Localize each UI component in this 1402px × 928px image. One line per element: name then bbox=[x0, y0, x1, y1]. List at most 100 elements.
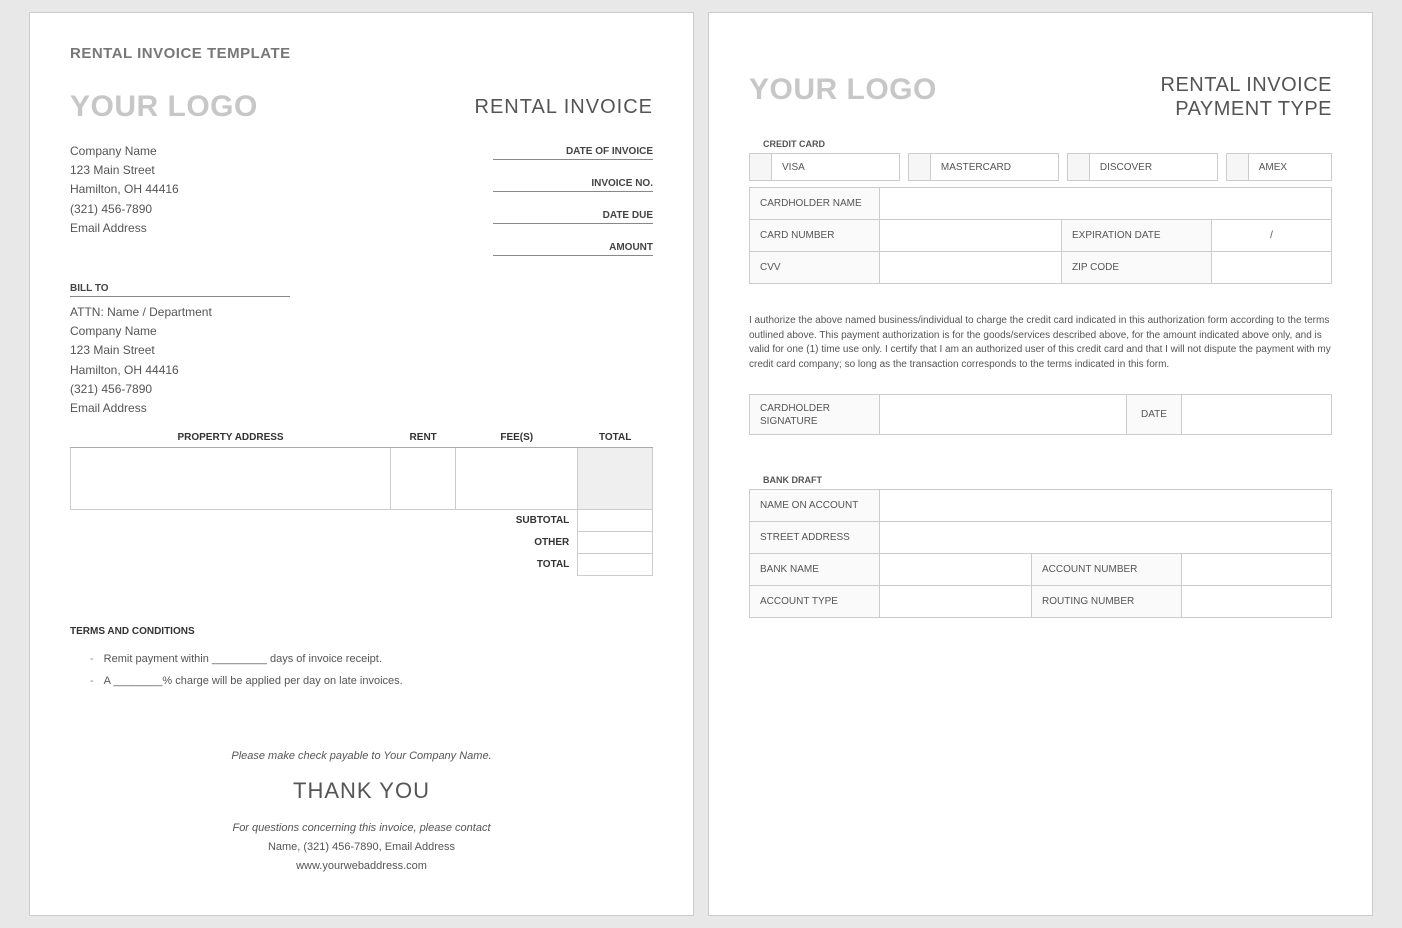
terms-title: TERMS AND CONDITIONS bbox=[70, 626, 653, 637]
company-phone: (321) 456-7890 bbox=[70, 200, 179, 219]
cc-mastercard[interactable]: MASTERCARD bbox=[908, 153, 1059, 181]
authorization-text: I authorize the above named business/ind… bbox=[749, 314, 1332, 372]
street-address-label: STREET ADDRESS bbox=[750, 522, 880, 554]
date-due-field[interactable]: DATE DUE bbox=[493, 206, 653, 224]
bill-to-info: ATTN: Name / Department Company Name 123… bbox=[70, 303, 653, 418]
thank-you: THANK YOU bbox=[70, 772, 653, 809]
cc-form: CARDHOLDER NAME CARD NUMBER EXPIRATION D… bbox=[749, 187, 1332, 284]
bank-draft-label: BANK DRAFT bbox=[763, 475, 1332, 485]
bill-to-phone: (321) 456-7890 bbox=[70, 380, 653, 399]
credit-card-label: CREDIT CARD bbox=[763, 139, 1332, 149]
company-email: Email Address bbox=[70, 219, 179, 238]
payment-title-2: PAYMENT TYPE bbox=[1175, 98, 1332, 120]
cc-mc-label: MASTERCARD bbox=[931, 162, 1058, 173]
company-info: Company Name 123 Main Street Hamilton, O… bbox=[70, 142, 179, 270]
routing-number-input[interactable] bbox=[1182, 586, 1332, 618]
table-row[interactable] bbox=[71, 448, 653, 510]
col-rent: RENT bbox=[391, 428, 456, 448]
footer: Please make check payable to Your Compan… bbox=[70, 747, 653, 875]
bank-draft-section: BANK DRAFT NAME ON ACCOUNT STREET ADDRES… bbox=[749, 475, 1332, 618]
logo-placeholder-2: YOUR LOGO bbox=[749, 73, 937, 107]
logo-placeholder: YOUR LOGO bbox=[70, 90, 258, 124]
account-type-input[interactable] bbox=[880, 586, 1032, 618]
bill-to-section: BILL TO ATTN: Name / Department Company … bbox=[70, 278, 653, 418]
subtotal-row: SUBTOTAL bbox=[71, 510, 653, 532]
cardnumber-label: CARD NUMBER bbox=[750, 220, 880, 252]
terms-line-1: Remit payment within _________ days of i… bbox=[90, 653, 653, 665]
web-text: www.yourwebaddress.com bbox=[70, 857, 653, 876]
cc-mc-checkbox[interactable] bbox=[909, 154, 931, 180]
bill-to-email: Email Address bbox=[70, 399, 653, 418]
sig-date-label: DATE bbox=[1127, 395, 1182, 435]
bill-to-street: 123 Main Street bbox=[70, 341, 653, 360]
cc-amex-checkbox[interactable] bbox=[1227, 154, 1249, 180]
cc-discover-checkbox[interactable] bbox=[1068, 154, 1090, 180]
bill-to-attn: ATTN: Name / Department bbox=[70, 303, 653, 322]
company-city: Hamilton, OH 44416 bbox=[70, 180, 179, 199]
name-on-account-input[interactable] bbox=[880, 490, 1332, 522]
sig-input[interactable] bbox=[880, 395, 1127, 435]
cc-discover[interactable]: DISCOVER bbox=[1067, 153, 1218, 181]
cc-discover-label: DISCOVER bbox=[1090, 162, 1217, 173]
exp-label: EXPIRATION DATE bbox=[1062, 220, 1212, 252]
invoice-meta: DATE OF INVOICE INVOICE NO. DATE DUE AMO… bbox=[493, 142, 653, 270]
invoice-page-1: RENTAL INVOICE TEMPLATE YOUR LOGO RENTAL… bbox=[29, 12, 694, 916]
account-number-label: ACCOUNT NUMBER bbox=[1032, 554, 1182, 586]
cc-amex[interactable]: AMEX bbox=[1226, 153, 1332, 181]
total-label: TOTAL bbox=[456, 554, 578, 576]
other-label: OTHER bbox=[456, 532, 578, 554]
info-block: Company Name 123 Main Street Hamilton, O… bbox=[70, 142, 653, 270]
col-fees: FEE(S) bbox=[456, 428, 578, 448]
cardholder-label: CARDHOLDER NAME bbox=[750, 188, 880, 220]
cc-amex-label: AMEX bbox=[1249, 162, 1331, 173]
cardholder-input[interactable] bbox=[880, 188, 1332, 220]
page2-header: YOUR LOGO RENTAL INVOICE PAYMENT TYPE bbox=[749, 73, 1332, 121]
col-total: TOTAL bbox=[578, 428, 653, 448]
template-title: RENTAL INVOICE TEMPLATE bbox=[70, 45, 653, 62]
invoice-no-field[interactable]: INVOICE NO. bbox=[493, 174, 653, 192]
terms-line-2: A ________% charge will be applied per d… bbox=[90, 675, 653, 687]
cardnumber-input[interactable] bbox=[880, 220, 1062, 252]
payment-title: RENTAL INVOICE PAYMENT TYPE bbox=[1161, 73, 1332, 121]
amount-field[interactable]: AMOUNT bbox=[493, 238, 653, 256]
payable-text: Please make check payable to Your Compan… bbox=[70, 747, 653, 766]
exp-input[interactable]: / bbox=[1212, 220, 1332, 252]
cc-types: VISA MASTERCARD DISCOVER AMEX bbox=[749, 153, 1332, 181]
header-row: YOUR LOGO RENTAL INVOICE bbox=[70, 90, 653, 124]
account-type-label: ACCOUNT TYPE bbox=[750, 586, 880, 618]
account-number-input[interactable] bbox=[1182, 554, 1332, 586]
invoice-title: RENTAL INVOICE bbox=[475, 96, 653, 119]
contact-text: Name, (321) 456-7890, Email Address bbox=[70, 838, 653, 857]
company-name: Company Name bbox=[70, 142, 179, 161]
sig-date-input[interactable] bbox=[1182, 395, 1332, 435]
sig-label: CARDHOLDER SIGNATURE bbox=[750, 395, 880, 435]
zip-label: ZIP CODE bbox=[1062, 252, 1212, 284]
cc-visa[interactable]: VISA bbox=[749, 153, 900, 181]
cvv-input[interactable] bbox=[880, 252, 1062, 284]
bank-name-input[interactable] bbox=[880, 554, 1032, 586]
cvv-label: CVV bbox=[750, 252, 880, 284]
date-of-invoice-field[interactable]: DATE OF INVOICE bbox=[493, 142, 653, 160]
bill-to-name: Company Name bbox=[70, 322, 653, 341]
routing-number-label: ROUTING NUMBER bbox=[1032, 586, 1182, 618]
subtotal-label: SUBTOTAL bbox=[456, 510, 578, 532]
total-value[interactable] bbox=[578, 554, 653, 576]
street-address-input[interactable] bbox=[880, 522, 1332, 554]
other-row: OTHER bbox=[71, 532, 653, 554]
terms-section: TERMS AND CONDITIONS Remit payment withi… bbox=[70, 626, 653, 687]
questions-text: For questions concerning this invoice, p… bbox=[70, 819, 653, 838]
subtotal-value[interactable] bbox=[578, 510, 653, 532]
col-property: PROPERTY ADDRESS bbox=[71, 428, 391, 448]
payment-title-1: RENTAL INVOICE bbox=[1161, 74, 1332, 96]
invoice-page-2: YOUR LOGO RENTAL INVOICE PAYMENT TYPE CR… bbox=[708, 12, 1373, 916]
zip-input[interactable] bbox=[1212, 252, 1332, 284]
bank-name-label: BANK NAME bbox=[750, 554, 880, 586]
name-on-account-label: NAME ON ACCOUNT bbox=[750, 490, 880, 522]
bank-form: NAME ON ACCOUNT STREET ADDRESS BANK NAME… bbox=[749, 489, 1332, 618]
bill-to-city: Hamilton, OH 44416 bbox=[70, 361, 653, 380]
bill-to-label: BILL TO bbox=[70, 283, 290, 297]
cc-visa-checkbox[interactable] bbox=[750, 154, 772, 180]
signature-grid: CARDHOLDER SIGNATURE DATE bbox=[749, 394, 1332, 435]
other-value[interactable] bbox=[578, 532, 653, 554]
total-row: TOTAL bbox=[71, 554, 653, 576]
